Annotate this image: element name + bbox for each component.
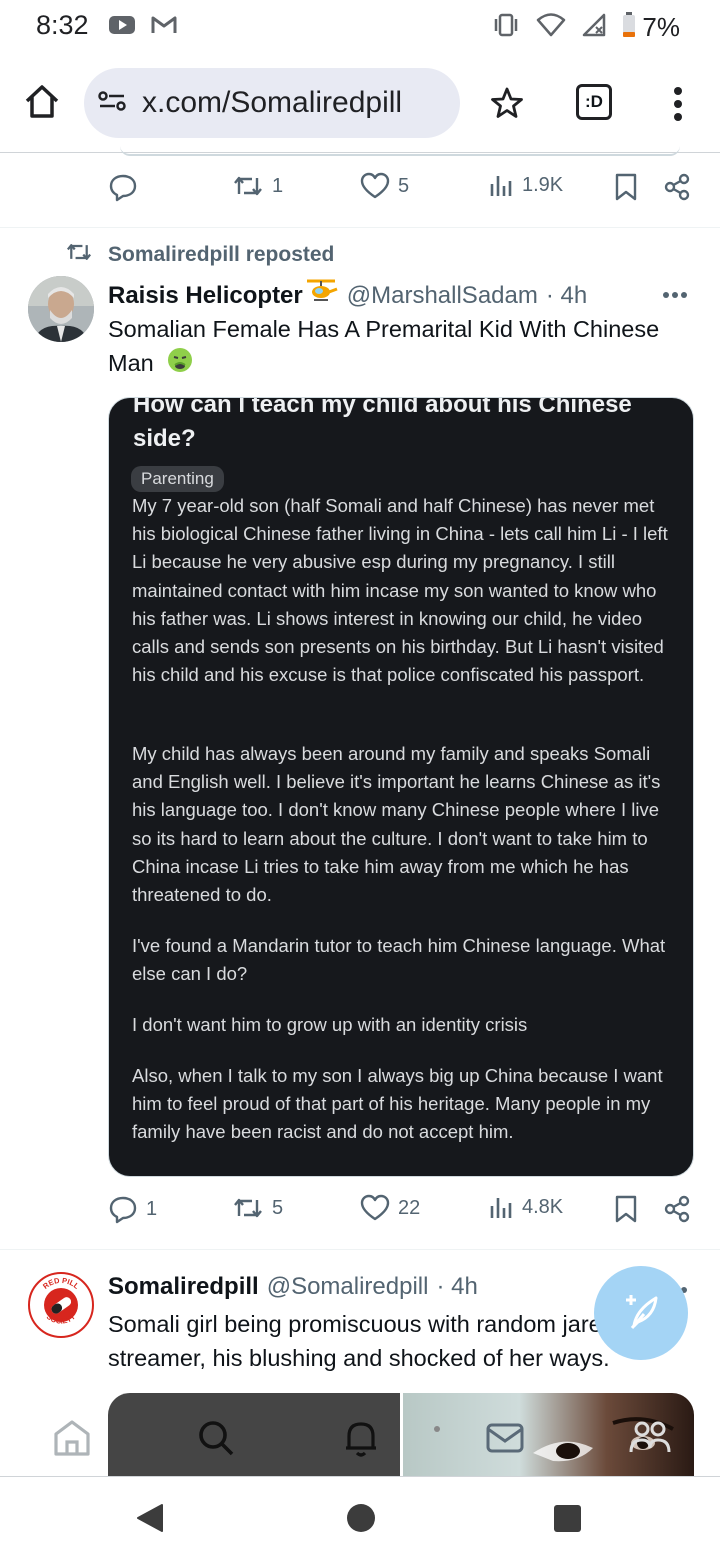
share-button[interactable]: [662, 172, 692, 202]
tweet-text: Somalian Female Has A Premarital Kid Wit…: [108, 312, 698, 383]
status-bar: 8:32 7%: [0, 0, 720, 56]
author-name[interactable]: Raisis Helicopter: [108, 282, 303, 310]
share-icon: [662, 172, 692, 202]
author-handle[interactable]: @Somaliredpill: [267, 1273, 429, 1301]
messages-icon[interactable]: [483, 1416, 527, 1460]
reply-icon: [108, 1194, 138, 1224]
post-divider: [0, 227, 720, 228]
views-chart-icon: [488, 172, 514, 198]
repost-count: 1: [272, 174, 284, 197]
reply-button[interactable]: 1: [108, 1194, 157, 1224]
url-text[interactable]: x.com/Somaliredpill: [142, 86, 402, 120]
like-button[interactable]: 22: [360, 1194, 420, 1222]
repost-icon: [232, 1194, 264, 1222]
bookmark-icon: [614, 1194, 638, 1224]
browser-toolbar: x.com/Somaliredpill :D: [0, 62, 720, 146]
search-icon[interactable]: [194, 1416, 238, 1460]
tweet-header: Raisis Helicopter @MarshallSadam · 4h: [108, 277, 587, 314]
post-image[interactable]: How can I teach my child about his Chine…: [108, 397, 694, 1177]
gmail-icon: [150, 14, 178, 41]
repost-indicator[interactable]: Somaliredpill reposted: [64, 240, 334, 270]
heart-icon: [360, 172, 390, 200]
like-count: 22: [398, 1196, 421, 1219]
views-chart-icon: [488, 1194, 514, 1220]
bookmark-button[interactable]: [614, 172, 638, 202]
views-button[interactable]: 4.8K: [488, 1194, 563, 1220]
compose-post-button[interactable]: [594, 1266, 688, 1360]
battery-icon: [622, 12, 636, 43]
browser-home-icon[interactable]: [22, 82, 62, 122]
helicopter-emoji-icon: [305, 277, 339, 314]
reply-icon: [108, 172, 138, 202]
tweet-actions: 1 5 22 4.8K: [108, 1194, 698, 1234]
back-icon[interactable]: [136, 1503, 164, 1538]
browser-menu-icon[interactable]: [666, 84, 690, 124]
system-navigation-bar: [0, 1477, 720, 1560]
post-time[interactable]: · 4h: [546, 282, 587, 310]
tab-switcher-button[interactable]: :D: [576, 84, 612, 120]
like-count: 5: [398, 174, 410, 197]
repost-icon: [232, 172, 264, 200]
address-bar[interactable]: x.com/Somaliredpill: [84, 68, 460, 138]
repost-indicator-icon: [64, 240, 94, 270]
views-button[interactable]: 1.9K: [488, 172, 563, 198]
home-icon[interactable]: [50, 1416, 94, 1460]
image-paragraph: Also, when I talk to my son I always big…: [132, 1065, 663, 1143]
post-divider: [0, 1249, 720, 1250]
more-options-icon[interactable]: [662, 287, 688, 298]
youtube-icon: [108, 14, 136, 41]
image-paragraph: My child has always been around my famil…: [132, 743, 661, 906]
image-tag: Parenting: [131, 466, 224, 492]
site-settings-icon[interactable]: [98, 90, 126, 117]
battery-percent: 7%: [642, 12, 680, 42]
image-paragraph: My 7 year-old son (half Somali and half …: [132, 495, 668, 686]
avatar[interactable]: RED PILL SOCIETY: [28, 1272, 94, 1338]
repost-count: 5: [272, 1196, 284, 1219]
feather-plus-icon: [618, 1288, 664, 1339]
author-name[interactable]: Somaliredpill: [108, 1273, 259, 1301]
image-paragraph: I've found a Mandarin tutor to teach him…: [132, 935, 666, 985]
signal-icon: [582, 13, 606, 42]
bookmark-star-icon[interactable]: [490, 86, 524, 120]
avatar[interactable]: [28, 276, 94, 342]
vibrate-icon: [492, 13, 520, 42]
notifications-bell-icon[interactable]: [339, 1416, 383, 1460]
previous-post-actions: 1 5 1.9K: [108, 172, 698, 212]
image-title: How can I teach my child about his Chine…: [133, 397, 632, 452]
communities-icon[interactable]: [628, 1416, 672, 1460]
share-icon: [662, 1194, 692, 1224]
bottom-navigation: [0, 1400, 720, 1476]
views-count: 4.8K: [522, 1195, 564, 1218]
share-button[interactable]: [662, 1194, 692, 1224]
repost-label: Somaliredpill reposted: [108, 243, 335, 266]
repost-button[interactable]: 1: [232, 172, 283, 200]
tweet-header: Somaliredpill @Somaliredpill · 4h: [108, 1273, 478, 1301]
bookmark-button[interactable]: [614, 1194, 638, 1224]
heart-icon: [360, 1194, 390, 1222]
post-time[interactable]: · 4h: [436, 1273, 477, 1301]
like-button[interactable]: 5: [360, 172, 409, 200]
previous-media-edge: [120, 146, 680, 156]
reply-button[interactable]: [108, 172, 146, 202]
author-handle[interactable]: @MarshallSadam: [347, 282, 538, 310]
reply-count: 1: [146, 1197, 158, 1220]
repost-button[interactable]: 5: [232, 1194, 283, 1222]
wifi-icon: [536, 13, 566, 42]
bookmark-icon: [614, 172, 638, 202]
recent-apps-icon[interactable]: [554, 1505, 581, 1532]
status-time: 8:32: [36, 10, 89, 40]
nauseated-face-emoji-icon: [166, 346, 194, 383]
views-count: 1.9K: [522, 173, 564, 196]
image-paragraph: I don't want him to grow up with an iden…: [132, 1014, 528, 1035]
home-circle-icon[interactable]: [347, 1504, 375, 1532]
